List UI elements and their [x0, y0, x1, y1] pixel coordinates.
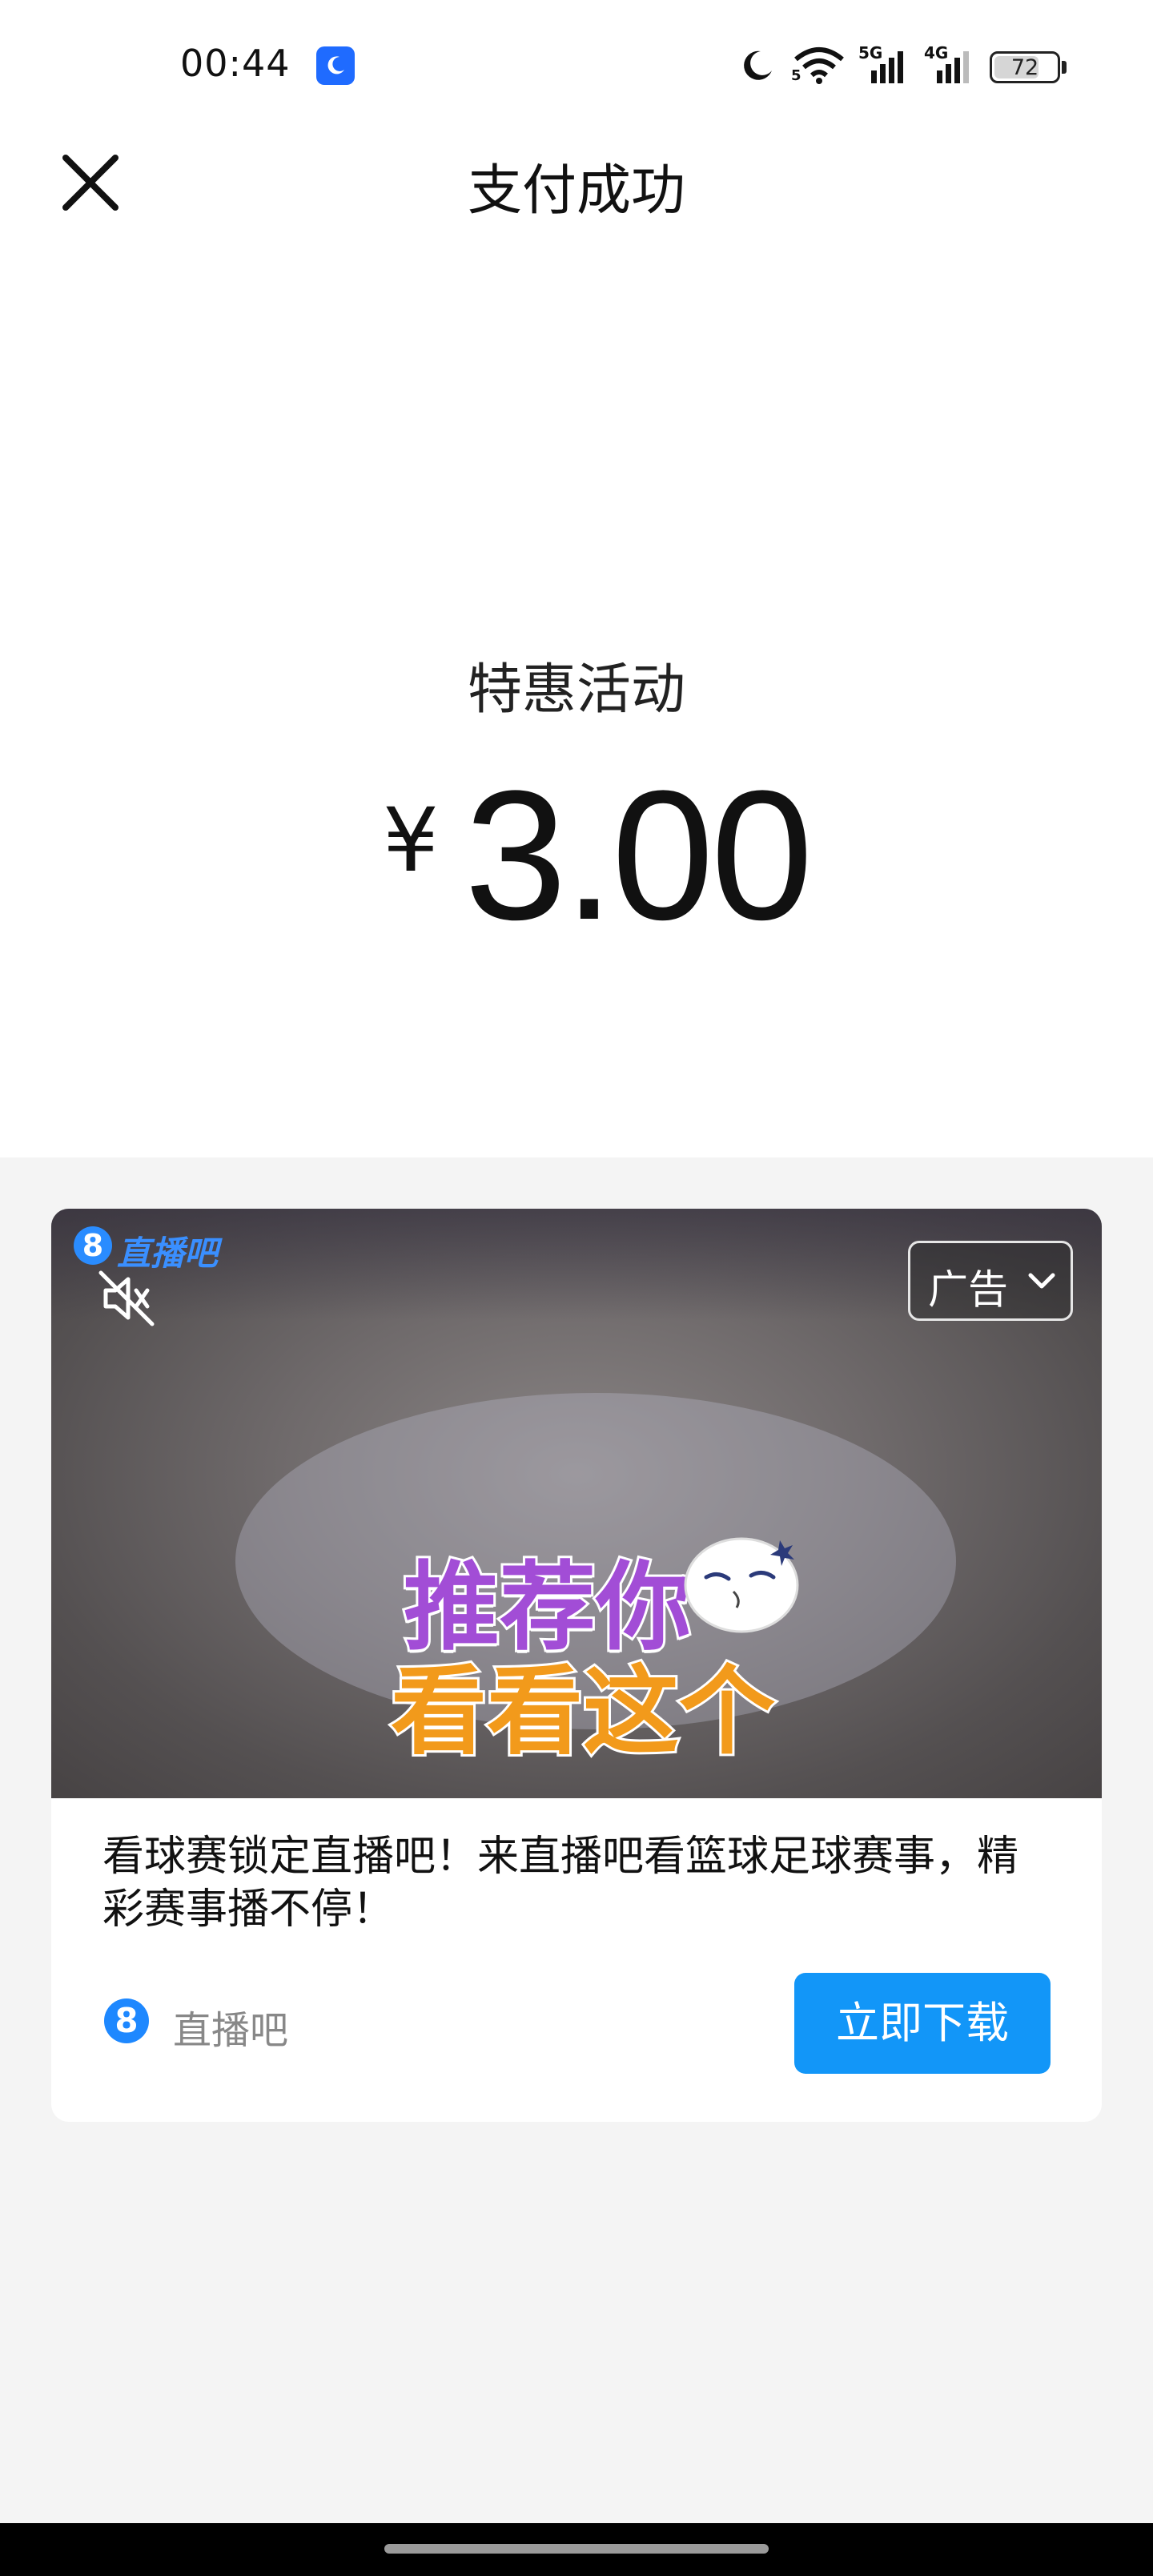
- do-not-disturb-moon-icon: [744, 50, 772, 80]
- ad-overlay-line2: 看看这个: [388, 1654, 777, 1770]
- home-indicator[interactable]: [384, 2544, 769, 2554]
- header: 支付成功: [0, 128, 1153, 240]
- app-root: 00:44 5 5G 4G 72 支付成功 特惠活动 ¥ 3.00 8 直播吧 …: [0, 0, 1153, 2576]
- amount-row: ¥ 3.00: [0, 752, 1153, 958]
- download-button[interactable]: 立即下载: [794, 1973, 1051, 2074]
- ad-card[interactable]: 8 直播吧 广告 推荐你 看看这个 看球赛锁定直播吧！来直播吧看篮球足球赛事，精…: [51, 1209, 1102, 2122]
- promo-label: 特惠活动: [467, 658, 685, 722]
- advertiser-name: 直播吧: [173, 2008, 289, 2053]
- advertiser-logo-icon: 8: [104, 1998, 149, 2043]
- ad-description: 看球赛锁定直播吧！来直播吧看篮球足球赛事，精彩赛事播不停！: [102, 1833, 1019, 1934]
- page-title: 支付成功: [467, 159, 685, 223]
- ad-label-dropdown[interactable]: 广告: [908, 1241, 1073, 1321]
- battery-text: 72: [1010, 55, 1039, 80]
- moon-app-icon: [316, 46, 355, 85]
- battery-cap: [1062, 61, 1067, 74]
- muted-speaker-icon: [98, 1270, 155, 1326]
- status-time: 00:44: [180, 42, 291, 85]
- ad-video[interactable]: 8 直播吧 广告 推荐你 看看这个: [51, 1209, 1102, 1798]
- signal-5g-icon: [871, 51, 903, 83]
- chevron-down-icon: [1028, 1273, 1055, 1289]
- signal-4g-icon: [937, 51, 969, 83]
- sticker-face-icon: [684, 1537, 799, 1633]
- status-bar: 00:44 5 5G 4G 72: [0, 0, 1153, 128]
- currency-symbol: ¥: [383, 789, 439, 892]
- wifi-sub-label: 5: [791, 67, 801, 84]
- system-nav-bar: [0, 2523, 1153, 2576]
- payment-amount: 3.00: [464, 752, 814, 958]
- battery-icon: 72: [990, 51, 1060, 83]
- ad-label-text: 广告: [928, 1266, 1008, 1313]
- brand-logo-icon: 8: [74, 1226, 112, 1265]
- mute-button[interactable]: [94, 1266, 159, 1330]
